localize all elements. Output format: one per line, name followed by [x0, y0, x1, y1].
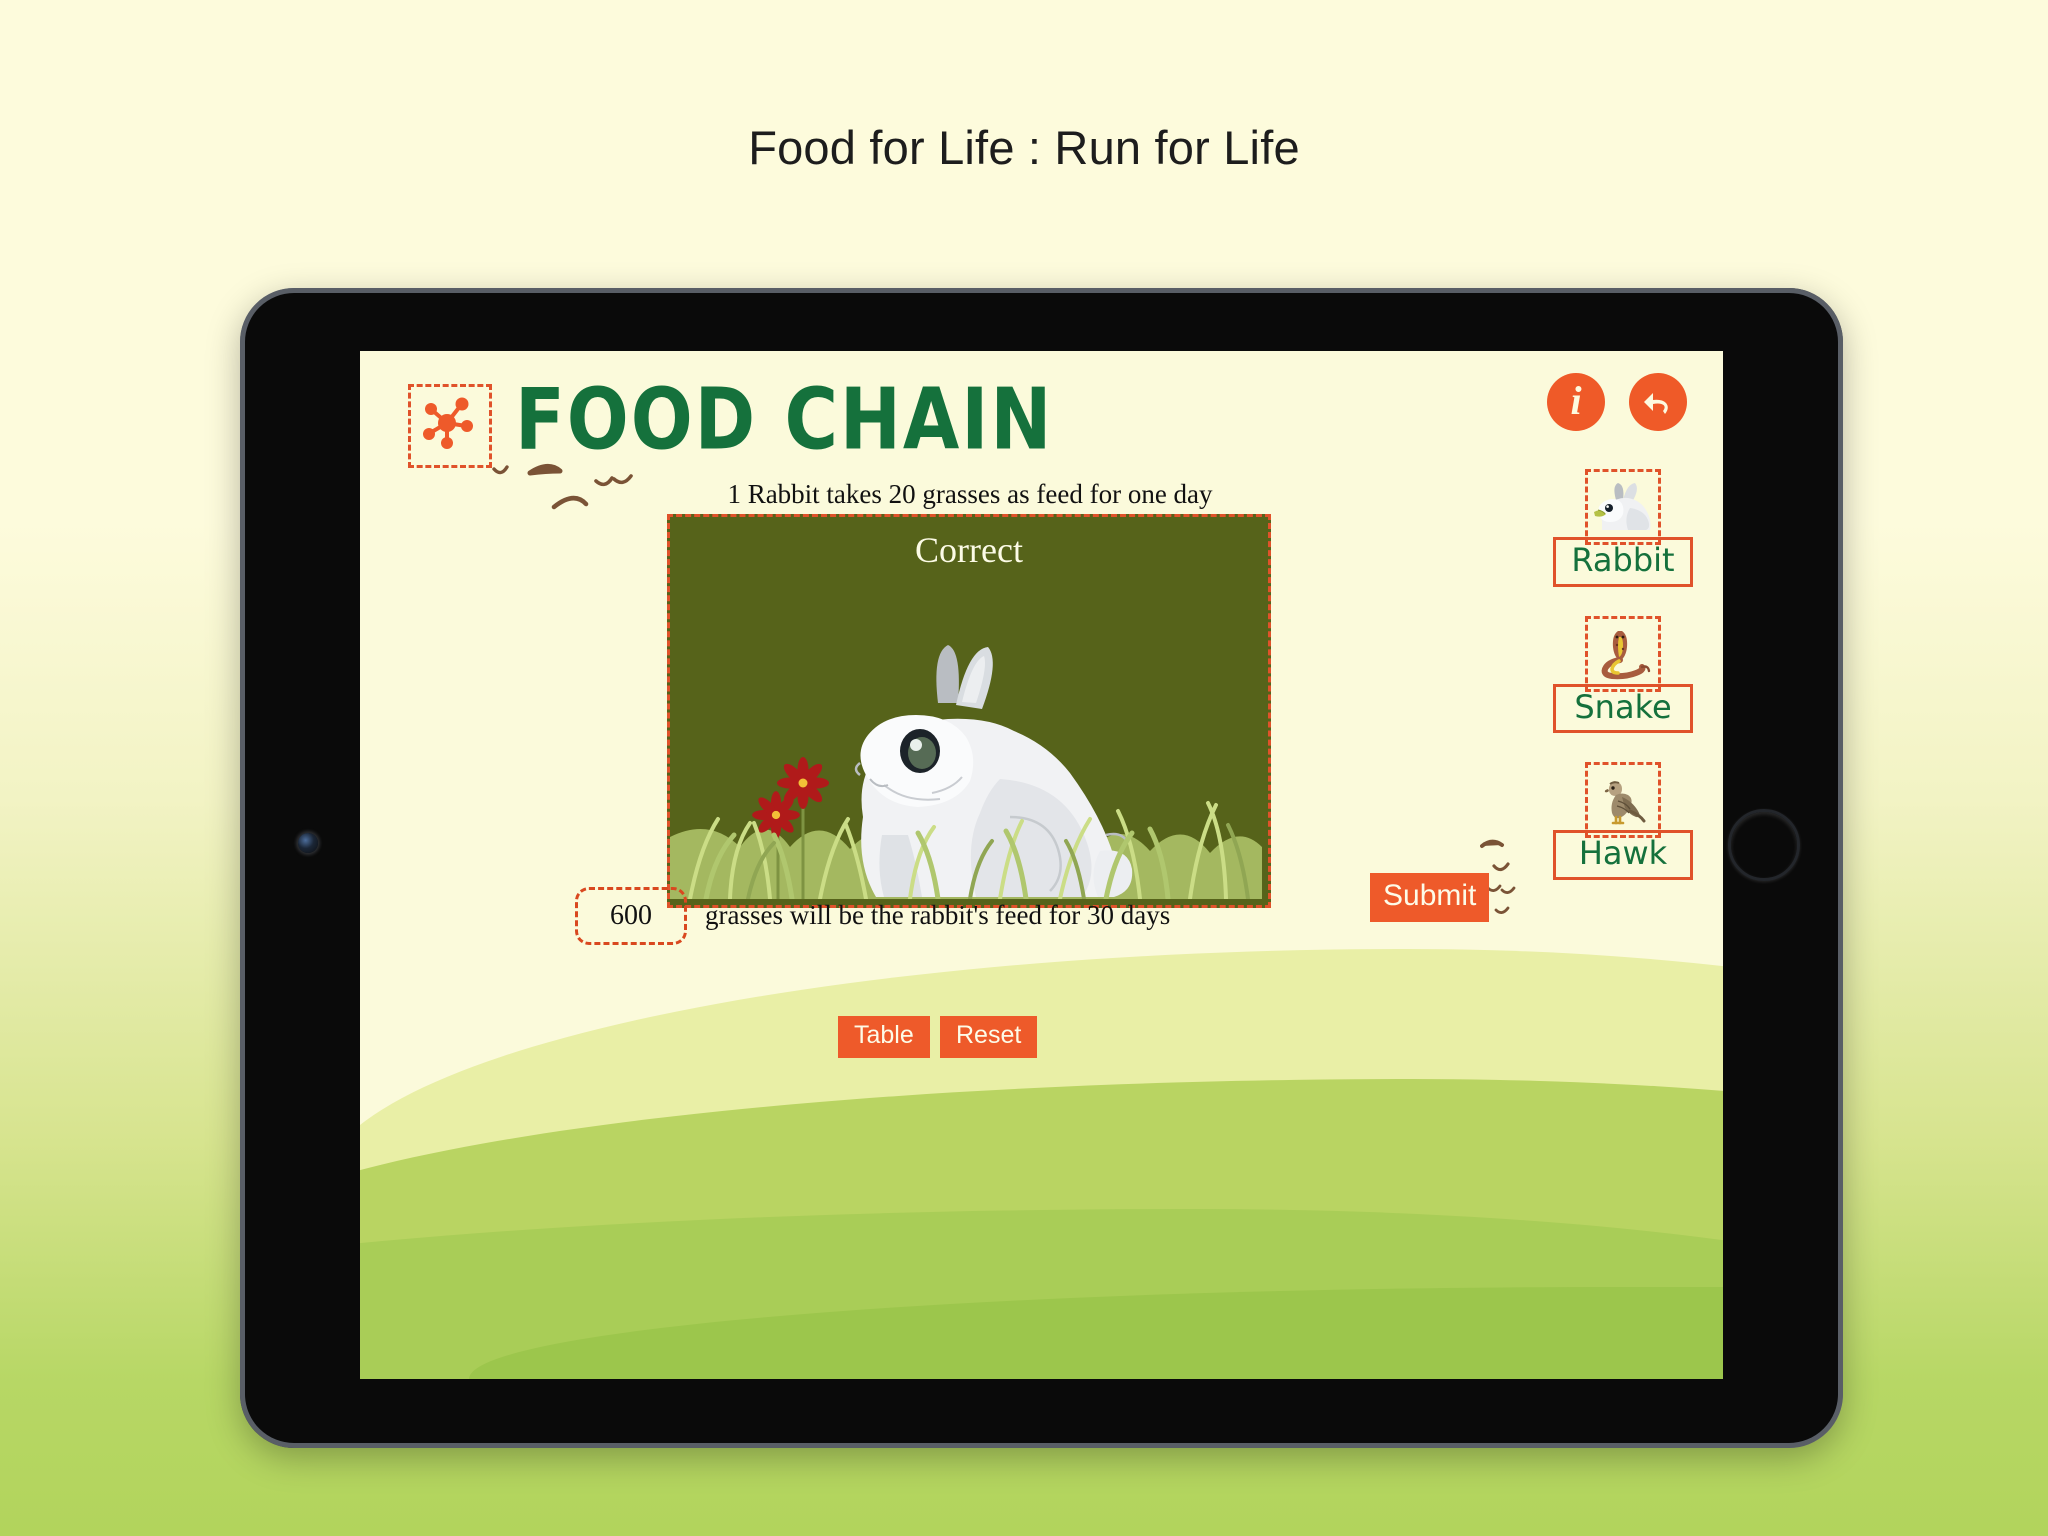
birds-flock-left: [488, 459, 668, 524]
hill-pale: [360, 949, 1723, 1379]
info-button[interactable]: i: [1547, 373, 1605, 431]
scene-drop-zone[interactable]: Correct: [667, 514, 1271, 908]
front-camera-icon: [298, 833, 318, 853]
palette-label-snake: Snake: [1553, 683, 1693, 734]
table-button[interactable]: Table: [838, 1016, 930, 1058]
tablet-device: FOOD CHAIN i 1 Rabbit takes 20 grasses a…: [240, 288, 1843, 1448]
hill-dark: [469, 1287, 1723, 1379]
rabbit-icon[interactable]: [1585, 469, 1661, 545]
undo-icon: [1644, 393, 1668, 414]
hill-mid: [360, 1079, 1723, 1379]
feedback-label: Correct: [915, 530, 1023, 570]
animal-palette: Rabbit Snake Hawk: [1553, 469, 1693, 909]
network-nodes-icon: [408, 384, 492, 468]
submit-button[interactable]: Submit: [1370, 873, 1490, 922]
palette-label-rabbit: Rabbit: [1553, 537, 1693, 587]
answer-value: 600: [610, 900, 652, 931]
reset-button[interactable]: Reset: [940, 1016, 1038, 1058]
hill-front: [360, 1209, 1723, 1379]
instruction-text: 1 Rabbit takes 20 grasses as feed for on…: [727, 479, 1213, 509]
palette-item-snake[interactable]: Snake: [1553, 615, 1693, 734]
answer-input[interactable]: 600: [575, 887, 687, 945]
palette-label-hawk: Hawk: [1553, 830, 1693, 880]
palette-item-hawk[interactable]: Hawk: [1553, 762, 1693, 880]
home-button[interactable]: [1728, 809, 1800, 881]
snake-icon[interactable]: [1585, 615, 1661, 692]
page-title: Food for Life : Run for Life: [748, 121, 1300, 174]
app-title: FOOD CHAIN: [515, 369, 1054, 469]
tablet-screen: FOOD CHAIN i 1 Rabbit takes 20 grasses a…: [360, 351, 1723, 1379]
rabbit-in-grass-illustration: [670, 645, 1262, 899]
info-icon: i: [1570, 378, 1582, 423]
undo-button[interactable]: [1629, 373, 1687, 431]
hawk-icon[interactable]: [1585, 762, 1661, 839]
answer-suffix-text: grasses will be the rabbit's feed for 30…: [705, 900, 1171, 930]
birds-flock-right: [1480, 836, 1550, 931]
palette-item-rabbit[interactable]: Rabbit: [1553, 469, 1693, 587]
